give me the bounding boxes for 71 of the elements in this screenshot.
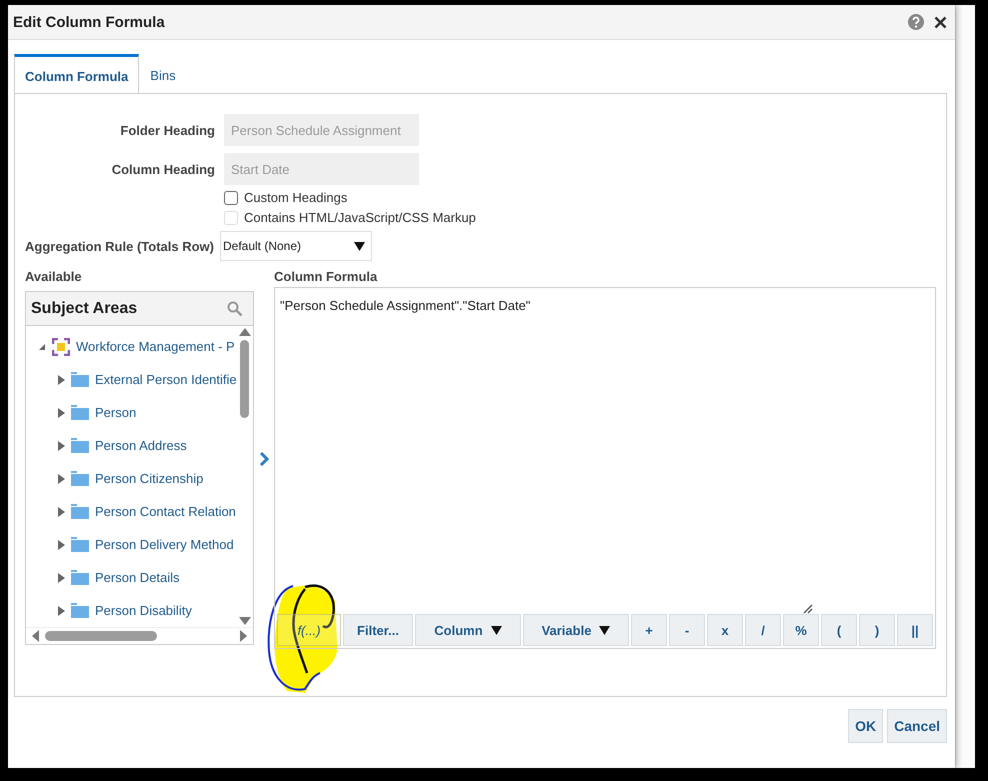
collapsed-caret-icon[interactable] [58,606,65,616]
checkbox-label: Contains HTML/JavaScript/CSS Markup [244,210,476,225]
collapsed-caret-icon[interactable] [58,540,65,550]
dialog-button[interactable]: Cancel [887,709,947,743]
folder-icon [71,405,89,420]
tree-item[interactable]: Person Disability [95,603,192,618]
dropdown-caret-icon [354,242,365,250]
available-label: Available [25,269,83,286]
resize-handle-icon[interactable] [803,604,813,614]
horizontal-scrollbar[interactable] [26,627,253,644]
tree-item[interactable]: Person Citizenship [95,471,204,486]
move-right-icon[interactable] [258,452,269,466]
formula-toolbar-button[interactable]: || [897,614,933,646]
formula-toolbar-button[interactable]: + [631,614,667,646]
checkbox-label: Custom Headings [244,190,348,205]
scrollbar-thumb[interactable] [240,340,250,418]
scroll-down-icon[interactable] [238,617,251,626]
formula-toolbar-button[interactable]: - [669,614,705,646]
tree-item[interactable]: Person Contact Relation [95,504,236,520]
field-label: Column Heading [110,162,215,176]
panel-title: Subject Areas [31,300,138,318]
tree-item[interactable]: Person [95,405,136,420]
collapsed-caret-icon[interactable] [58,374,65,385]
checkbox[interactable] [224,190,238,204]
scrollbar-thumb[interactable] [45,631,157,642]
formula-toolbar-button[interactable]: / [745,614,781,646]
tab[interactable]: Bins [139,54,187,93]
formula-toolbar-button[interactable]: Variable [523,614,629,646]
formula-toolbar-button[interactable]: ( [821,614,857,646]
collapsed-caret-icon[interactable] [58,506,65,517]
dropdown-caret-icon [599,626,610,634]
collapsed-caret-icon[interactable] [58,474,65,484]
subject-area-icon [52,338,70,356]
tree-item[interactable]: Workforce Management - P [76,339,235,354]
folder-icon [71,471,89,486]
dialog-button[interactable]: OK [848,709,884,743]
tree-item[interactable]: Person Delivery Method [95,537,234,552]
dropdown-caret-icon [490,626,502,634]
folder-icon [71,603,89,618]
scroll-left-icon[interactable] [32,630,39,642]
tab[interactable]: Column Formula [14,54,140,94]
tree-item[interactable]: Person Details [95,570,180,586]
collapsed-caret-icon[interactable] [58,572,65,583]
folder-icon [71,537,89,552]
aggregation-dropdown[interactable]: Default (None) [220,231,372,261]
collapsed-caret-icon[interactable] [58,408,65,418]
tree-item[interactable]: Person Address [95,438,187,454]
formula-label: Column Formula [274,269,378,286]
folder-icon [71,372,89,388]
formula-toolbar-button[interactable]: Column [415,614,521,646]
field-label: Folder Heading [119,122,215,138]
formula-toolbar-button[interactable]: Filter... [343,614,413,646]
close-icon[interactable] [934,16,947,28]
formula-toolbar-button[interactable]: ) [859,614,895,646]
collapsed-caret-icon[interactable] [58,440,65,451]
folder-icon [71,438,89,454]
formula-text: "Person Schedule Assignment"."Start Date" [279,297,532,315]
window-title: Edit Column Formula [13,14,166,30]
formula-toolbar-button[interactable]: f(...) [277,614,341,646]
formula-editor[interactable]: "Person Schedule Assignment"."Start Date" f(...) Filter... Column Variable + - x / % ( ) || [274,287,936,649]
scroll-right-icon[interactable] [240,630,247,642]
formula-toolbar-button[interactable]: % [783,614,819,646]
aggregation-label: Aggregation Rule (Totals Row) [25,238,214,254]
vertical-scrollbar[interactable] [236,326,253,628]
help-icon[interactable] [908,14,924,30]
formula-toolbar-button[interactable]: x [707,614,743,646]
search-icon[interactable] [226,300,243,317]
folder-icon [71,570,89,586]
folder-icon [71,504,89,520]
tree-item[interactable]: External Person Identifie [95,372,237,388]
expanded-caret-icon[interactable] [38,342,46,351]
